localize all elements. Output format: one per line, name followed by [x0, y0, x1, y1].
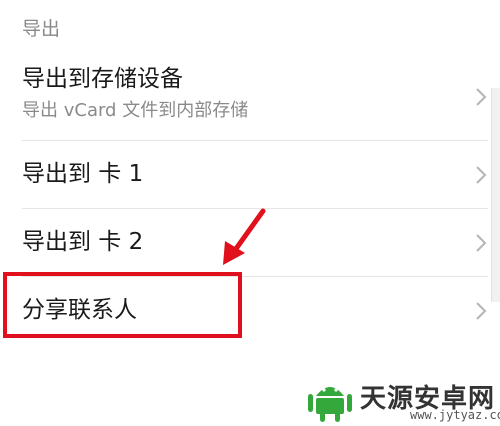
watermark: 天源安卓网 www.jytyaz.com — [306, 376, 500, 424]
item-title: 导出到 卡 1 — [22, 161, 144, 187]
android-logo-icon — [308, 387, 352, 422]
export-to-card1-item[interactable]: 导出到 卡 1 — [22, 141, 488, 209]
item-title: 导出到 卡 2 — [22, 229, 144, 255]
chevron-right-icon — [476, 301, 487, 320]
export-to-storage-item[interactable]: 导出到存储设备 导出 vCard 文件到内部存储 — [22, 54, 488, 141]
highlight-box — [3, 272, 242, 338]
section-header: 导出 — [22, 18, 61, 40]
annotation-arrow-icon — [223, 208, 266, 265]
chevron-right-icon — [476, 88, 487, 106]
watermark-url: www.jytyaz.com — [410, 408, 500, 422]
item-subtitle: 导出 vCard 文件到内部存储 — [22, 100, 249, 121]
item-title: 导出到存储设备 — [22, 66, 183, 92]
chevron-right-icon — [476, 165, 487, 184]
scroll-indicator — [491, 88, 500, 302]
chevron-right-icon — [476, 233, 487, 252]
